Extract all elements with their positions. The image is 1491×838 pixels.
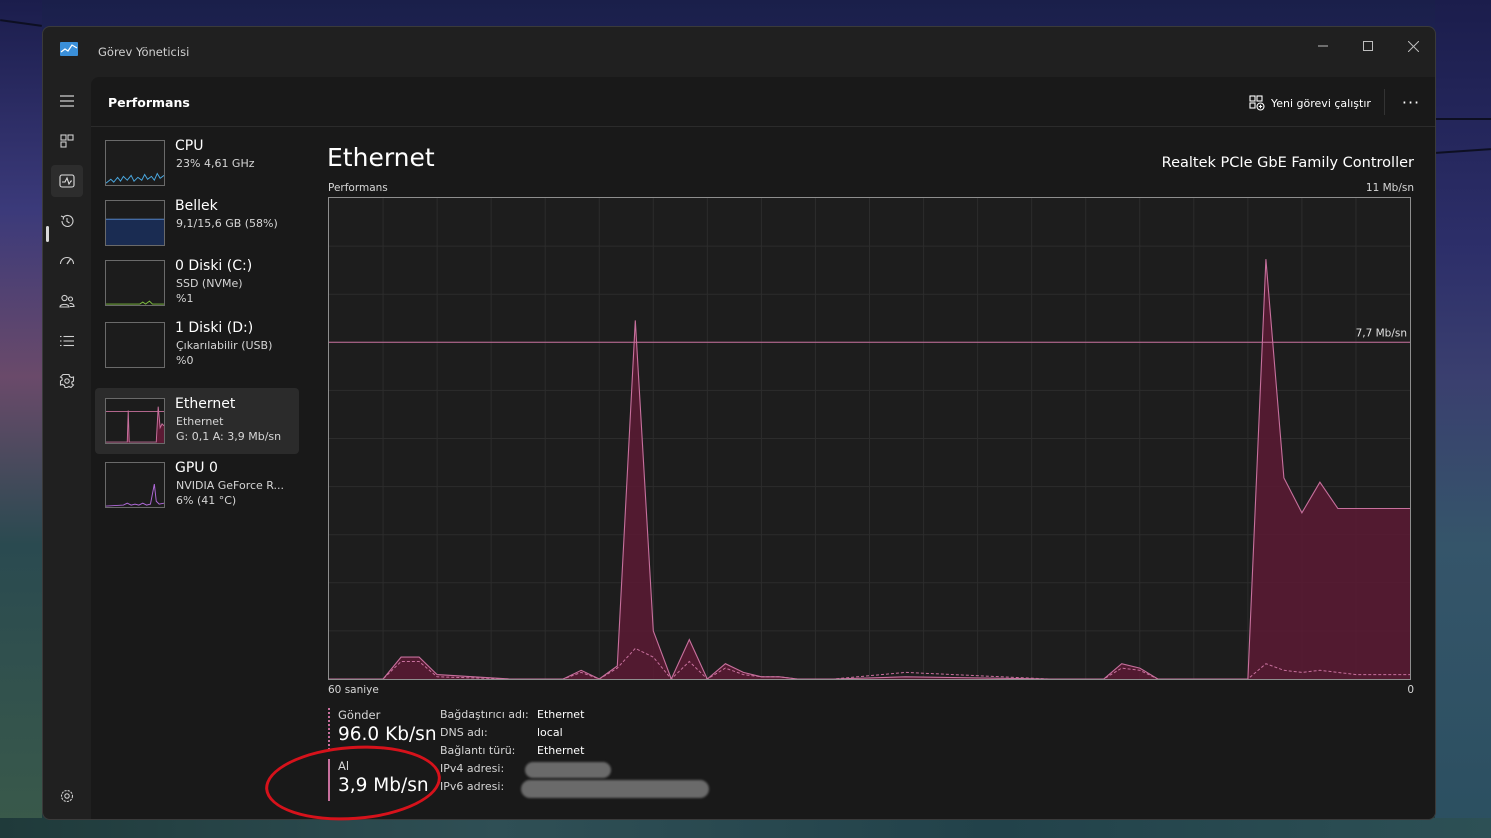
chart-grid [329, 198, 1410, 679]
device-detail: NVIDIA GeForce R... [176, 479, 285, 492]
device-detail: 9,1/15,6 GB (58%) [176, 217, 278, 230]
device-name: CPU [175, 138, 204, 154]
page-title: Performans [108, 95, 190, 110]
app-history-icon [60, 214, 74, 227]
task-manager-app-icon [60, 42, 78, 56]
memory-thumbnail-graph [105, 200, 165, 246]
desktop-wallpaper-left [0, 0, 42, 838]
device-detail: SSD (NVMe) [176, 277, 243, 290]
info-row: Bağdaştırıcı adı: Ethernet [440, 708, 640, 726]
disk-d-thumbnail-graph [105, 322, 165, 368]
device-name: 1 Diski (D:) [175, 320, 254, 336]
nav-details[interactable] [51, 325, 83, 357]
gpu-thumbnail-graph [105, 462, 165, 508]
device-name: GPU 0 [175, 460, 218, 476]
device-usage: G: 0,1 A: 3,9 Mb/sn [176, 430, 282, 443]
minimize-icon [1318, 45, 1328, 47]
hamburger-menu-icon [60, 95, 74, 107]
task-manager-window: Görev Yöneticisi Performans Yeni görevi … [42, 26, 1436, 820]
info-key: DNS adı: [440, 726, 488, 739]
device-name: 0 Diski (C:) [175, 258, 253, 274]
maximize-icon [1363, 41, 1373, 51]
title-bar[interactable]: Görev Yöneticisi [43, 27, 1435, 77]
ipv6-redaction [521, 780, 709, 798]
info-value: local [537, 726, 563, 739]
minimize-button[interactable] [1308, 33, 1338, 59]
device-item-gpu[interactable]: GPU 0 NVIDIA GeForce R... 6% (41 °C) [95, 454, 299, 520]
device-title: Ethernet [327, 143, 435, 172]
hamburger-menu-button[interactable] [51, 85, 83, 117]
throughput-chart: 7,7 Mb/sn [329, 198, 1410, 681]
info-row: DNS adı: local [440, 726, 640, 744]
cpu-thumbnail-graph [105, 140, 165, 186]
run-task-icon [1249, 95, 1265, 111]
info-value: Ethernet [537, 708, 585, 721]
device-usage: %0 [176, 354, 194, 367]
reference-line-label: 7,7 Mb/sn [1356, 327, 1407, 339]
performance-icon [59, 174, 75, 188]
send-value: 96.0 Kb/sn [338, 724, 437, 745]
graph-caption: Performans [328, 182, 388, 194]
nav-active-indicator [46, 226, 49, 242]
info-key: Bağdaştırıcı adı: [440, 708, 529, 721]
info-key: Bağlantı türü: [440, 744, 516, 757]
info-key: IPv6 adresi: [440, 780, 505, 793]
device-item-disk-d[interactable]: 1 Diski (D:) Çıkarılabilir (USB) %0 [95, 318, 299, 384]
disk-c-thumbnail-graph [105, 260, 165, 306]
startup-apps-icon [59, 256, 75, 265]
close-button[interactable] [1398, 33, 1428, 59]
device-usage: %1 [176, 292, 194, 305]
device-item-cpu[interactable]: CPU 23% 4,61 GHz [95, 132, 299, 198]
device-detail: 23% 4,61 GHz [176, 157, 255, 170]
services-icon [59, 373, 75, 389]
run-task-label: Yeni görevi çalıştır [1271, 96, 1371, 110]
graph-max-label: 11 Mb/sn [1365, 182, 1414, 194]
header-divider [1384, 89, 1385, 115]
details-icon [60, 335, 74, 347]
wallpaper-wire [1436, 118, 1491, 120]
info-value: Ethernet [537, 744, 585, 757]
navigation-sidebar [43, 77, 91, 819]
nav-settings[interactable] [51, 780, 83, 812]
info-row: Bağlantı türü: Ethernet [440, 744, 640, 762]
processes-icon [60, 134, 74, 148]
more-options-icon: ··· [1401, 92, 1421, 112]
device-detail: Ethernet [176, 415, 224, 428]
nav-startup-apps[interactable] [51, 245, 83, 277]
close-icon [1407, 40, 1419, 52]
page-header: Performans Yeni görevi çalıştır ··· [91, 77, 1435, 127]
run-new-task-button[interactable]: Yeni görevi çalıştır [1249, 92, 1371, 114]
info-key: IPv4 adresi: [440, 762, 505, 775]
ipv4-redaction [525, 762, 611, 778]
x-axis-start-label: 60 saniye [328, 684, 379, 696]
desktop-wallpaper-right [1435, 0, 1491, 838]
performance-page: Performans Yeni görevi çalıştır ··· CPU … [91, 77, 1435, 819]
device-usage: 6% (41 °C) [176, 494, 237, 507]
nav-processes[interactable] [51, 125, 83, 157]
send-label: Gönder [338, 708, 381, 722]
users-icon [59, 294, 75, 308]
device-name: Bellek [175, 198, 218, 214]
ethernet-thumbnail-graph [105, 398, 165, 444]
nav-services[interactable] [51, 365, 83, 397]
device-detail: Çıkarılabilir (USB) [176, 339, 273, 352]
device-item-memory[interactable]: Bellek 9,1/15,6 GB (58%) [95, 192, 299, 258]
window-title: Görev Yöneticisi [98, 45, 190, 59]
device-item-ethernet[interactable]: Ethernet Ethernet G: 0,1 A: 3,9 Mb/sn [95, 388, 299, 454]
x-axis-end-label: 0 [1407, 684, 1414, 696]
send-stat: Gönder 96.0 Kb/sn [328, 708, 437, 750]
desktop-wallpaper-bottom [0, 818, 1491, 838]
maximize-button[interactable] [1353, 33, 1383, 59]
throughput-graph: 7,7 Mb/sn [328, 197, 1411, 681]
nav-performance[interactable] [51, 165, 83, 197]
device-item-disk-c[interactable]: 0 Diski (C:) SSD (NVMe) %1 [95, 252, 299, 318]
settings-icon [60, 789, 74, 803]
more-options-button[interactable]: ··· [1396, 89, 1426, 115]
nav-app-history[interactable] [51, 205, 83, 237]
nav-users[interactable] [51, 285, 83, 317]
device-name: Ethernet [175, 396, 236, 412]
adapter-name: Realtek PCIe GbE Family Controller [1161, 155, 1414, 171]
